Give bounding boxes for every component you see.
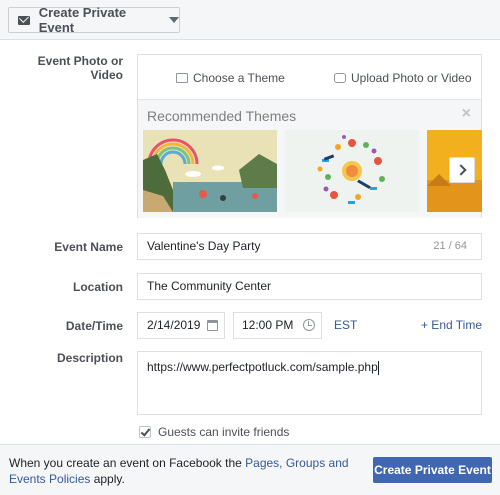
photo-label: Event Photo or Video <box>37 54 123 82</box>
location-value: The Community Center <box>147 279 272 293</box>
caret-down-icon <box>169 17 179 23</box>
time-value: 12:00 PM <box>242 318 294 332</box>
event-name-counter: 21 / 64 <box>433 240 467 252</box>
upload-photo-button[interactable]: Upload Photo or Video <box>334 71 472 85</box>
datetime-label: Date/Time <box>65 319 123 333</box>
camera-icon <box>334 73 346 83</box>
policy-notice: When you create an event on Facebook the… <box>9 455 369 487</box>
theme-icon <box>176 73 188 83</box>
event-type-selector[interactable]: Create Private Event <box>8 5 180 35</box>
checkbox-icon[interactable] <box>139 426 151 438</box>
next-themes-button[interactable] <box>449 157 475 183</box>
clock-icon <box>303 319 315 331</box>
photo-box: Choose a Theme Upload Photo or Video Rec… <box>137 54 482 218</box>
event-name-value: Valentine's Day Party <box>147 239 261 253</box>
photo-tabs: Choose a Theme Upload Photo or Video <box>138 55 481 97</box>
event-name-input[interactable]: Valentine's Day Party 21 / 64 <box>137 233 482 260</box>
date-value: 2/14/2019 <box>147 318 201 332</box>
location-label: Location <box>73 280 123 294</box>
end-time-link[interactable]: + End Time <box>421 318 482 332</box>
choose-theme-label: Choose a Theme <box>193 71 285 85</box>
upload-photo-label: Upload Photo or Video <box>351 71 472 85</box>
guests-invite-label: Guests can invite friends <box>158 425 290 439</box>
location-input[interactable]: The Community Center <box>137 273 482 300</box>
event-name-label: Event Name <box>54 240 123 254</box>
description-textarea[interactable]: https://www.perfectpotluck.com/sample.ph… <box>137 351 482 415</box>
calendar-icon[interactable] <box>207 320 218 331</box>
time-input[interactable]: 12:00 PM <box>233 312 322 339</box>
policy-text-after: apply. <box>90 472 125 486</box>
chevron-right-icon <box>454 164 467 176</box>
envelope-icon <box>18 15 30 25</box>
theme-thumbnail-landscape[interactable] <box>143 130 277 212</box>
choose-theme-button[interactable]: Choose a Theme <box>176 71 285 85</box>
guests-invite-option[interactable]: Guests can invite friends <box>139 425 289 439</box>
description-value: https://www.perfectpotluck.com/sample.ph… <box>147 360 378 374</box>
dialog-footer: When you create an event on Facebook the… <box>0 444 500 495</box>
recommended-themes-title: Recommended Themes <box>147 108 297 124</box>
date-input[interactable]: 2/14/2019 <box>137 312 225 339</box>
recommended-themes: Recommended Themes × <box>138 99 482 218</box>
timezone-link[interactable]: EST <box>334 318 357 332</box>
theme-thumbnail-food-circle[interactable] <box>285 130 419 212</box>
create-event-button[interactable]: Create Private Event <box>373 457 492 483</box>
close-icon[interactable]: × <box>462 105 471 123</box>
policy-text-before: When you create an event on Facebook the <box>9 456 246 470</box>
description-label: Description <box>56 351 123 365</box>
text-cursor <box>377 360 379 375</box>
event-type-label: Create Private Event <box>38 5 127 35</box>
dialog-header: Create Private Event <box>0 0 500 40</box>
